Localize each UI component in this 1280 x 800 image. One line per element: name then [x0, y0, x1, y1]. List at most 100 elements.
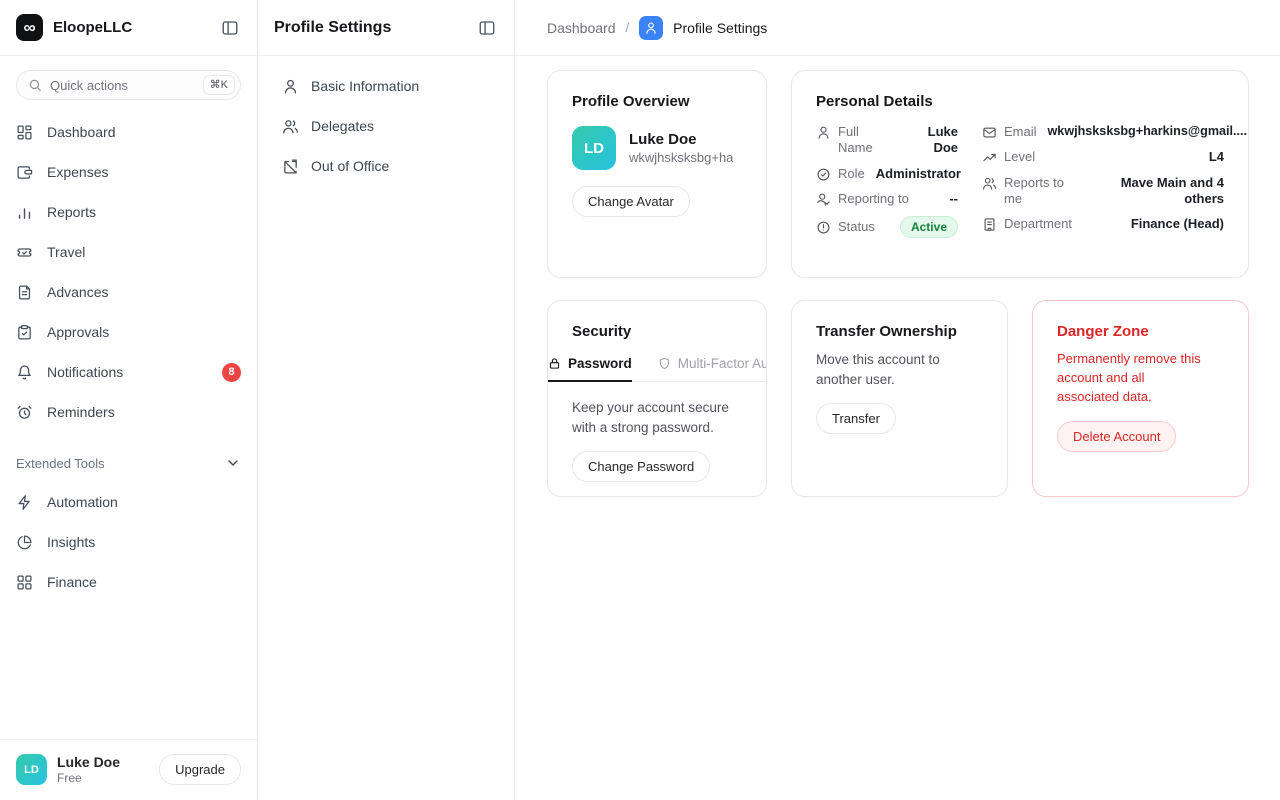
notifications-badge: 8	[222, 363, 241, 382]
change-password-button[interactable]: Change Password	[572, 451, 710, 482]
sidebar-item-label: Approvals	[47, 324, 109, 340]
detail-label: Role	[838, 166, 865, 182]
extended-tools-section-toggle[interactable]: Extended Tools	[16, 444, 241, 482]
users-icon	[982, 176, 997, 191]
settings-item-out-of-office[interactable]: Out of Office	[270, 146, 502, 186]
user-check-icon	[816, 192, 831, 207]
sidebar-item-dashboard[interactable]: Dashboard	[16, 112, 241, 152]
sidebar-item-notifications[interactable]: Notifications 8	[16, 352, 241, 392]
user-name: Luke Doe	[57, 754, 120, 772]
tab-multi-factor-auth[interactable]: Multi-Factor Auth	[658, 352, 767, 382]
dashboard-icon	[16, 124, 33, 141]
tab-label: Password	[568, 356, 632, 371]
transfer-button[interactable]: Transfer	[816, 403, 896, 434]
sidebar-item-reports[interactable]: Reports	[16, 192, 241, 232]
security-card: Security Password Multi-Factor Auth Keep…	[547, 300, 767, 497]
sidebar-toggle-button[interactable]	[219, 17, 241, 39]
sidebar-item-label: Reports	[47, 204, 96, 220]
security-tab-panel: Keep your account secure with a strong p…	[548, 382, 766, 482]
sidebar-user-footer: LD Luke Doe Free Upgrade	[0, 739, 257, 800]
sidebar-item-approvals[interactable]: Approvals	[16, 312, 241, 352]
search-icon	[28, 78, 42, 92]
security-tabs: Password Multi-Factor Auth	[548, 352, 766, 382]
panel-left-icon	[478, 19, 496, 37]
detail-label: Full Name	[838, 124, 893, 157]
settings-sidebar-toggle-button[interactable]	[476, 17, 498, 39]
keyboard-shortcut-badge: ⌘K	[203, 75, 235, 95]
danger-zone-card: Danger Zone Permanently remove this acco…	[1032, 300, 1249, 497]
detail-row-status: Status Active	[816, 216, 958, 238]
upgrade-button[interactable]: Upgrade	[159, 754, 241, 785]
section-label: Extended Tools	[16, 456, 105, 471]
detail-value: Luke Doe	[900, 124, 958, 157]
detail-value: --	[945, 191, 958, 207]
tab-password[interactable]: Password	[548, 352, 632, 382]
detail-value: L4	[1205, 149, 1224, 165]
detail-label: Level	[1004, 149, 1035, 165]
zap-icon	[16, 494, 33, 511]
user-icon	[644, 21, 658, 35]
transfer-ownership-card: Transfer Ownership Move this account to …	[791, 300, 1008, 497]
clipboard-check-icon	[16, 324, 33, 341]
danger-description: Permanently remove this account and all …	[1057, 350, 1207, 407]
sidebar-item-insights[interactable]: Insights	[16, 522, 241, 562]
search-placeholder: Quick actions	[50, 78, 195, 93]
sidebar-item-label: Finance	[47, 574, 97, 590]
detail-row-email: Email wkwjhsksksbg+harkins@gmail....	[982, 124, 1224, 140]
delete-account-button[interactable]: Delete Account	[1057, 421, 1176, 452]
settings-item-label: Delegates	[311, 118, 374, 134]
sidebar-item-label: Advances	[47, 284, 108, 300]
sidebar-item-label: Automation	[47, 494, 118, 510]
shield-icon	[658, 357, 671, 370]
sidebar-item-finance[interactable]: Finance	[16, 562, 241, 602]
calendar-off-icon	[282, 158, 299, 175]
settings-nav: Basic Information Delegates Out of Offic…	[258, 56, 514, 196]
sidebar-item-label: Travel	[47, 244, 85, 260]
settings-sidebar: Profile Settings Basic Information Deleg…	[258, 0, 515, 800]
detail-value: wkwjhsksksbg+harkins@gmail....	[1044, 124, 1248, 140]
alert-circle-icon	[816, 220, 831, 235]
settings-item-delegates[interactable]: Delegates	[270, 106, 502, 146]
user-icon	[816, 125, 831, 140]
settings-sidebar-header: Profile Settings	[258, 0, 514, 56]
user-avatar: LD	[16, 754, 47, 785]
sidebar-item-reminders[interactable]: Reminders	[16, 392, 241, 432]
user-plan: Free	[57, 771, 120, 786]
change-avatar-button[interactable]: Change Avatar	[572, 186, 690, 217]
sidebar-item-automation[interactable]: Automation	[16, 482, 241, 522]
sidebar-item-advances[interactable]: Advances	[16, 272, 241, 312]
settings-item-label: Basic Information	[311, 78, 419, 94]
detail-label: Reports to me	[1004, 175, 1079, 208]
sidebar-header: ∞ EloopeLLC	[0, 0, 257, 56]
quick-actions-search[interactable]: Quick actions ⌘K	[16, 70, 241, 100]
detail-label: Department	[1004, 216, 1072, 232]
badge-check-icon	[816, 167, 831, 182]
sidebar-item-expenses[interactable]: Expenses	[16, 152, 241, 192]
lock-icon	[548, 357, 561, 370]
breadcrumb-dashboard-link[interactable]: Dashboard	[547, 20, 616, 36]
settings-item-basic-information[interactable]: Basic Information	[270, 66, 502, 106]
pie-chart-icon	[16, 534, 33, 551]
app-logo-infinity-icon: ∞	[16, 14, 43, 41]
detail-row-reporting-to: Reporting to --	[816, 191, 958, 207]
detail-value: Mave Main and 4 others	[1086, 175, 1224, 208]
breadcrumb-separator: /	[626, 20, 630, 35]
settings-title: Profile Settings	[274, 19, 391, 37]
main-area: Dashboard / Profile Settings Profile Ove…	[515, 0, 1280, 800]
sidebar-item-label: Expenses	[47, 164, 108, 180]
detail-row-reports-to-me: Reports to me Mave Main and 4 others	[982, 175, 1224, 208]
profile-settings-content: Profile Overview LD Luke Doe wkwjhsksksb…	[515, 56, 1280, 511]
detail-value: Finance (Head)	[1127, 216, 1224, 232]
sidebar-item-travel[interactable]: Travel	[16, 232, 241, 272]
user-meta: Luke Doe Free	[57, 754, 120, 787]
grid-icon	[16, 574, 33, 591]
bar-chart-icon	[16, 204, 33, 221]
personal-details-right-column: Email wkwjhsksksbg+harkins@gmail.... Lev…	[982, 124, 1224, 238]
profile-identity: Luke Doe wkwjhsksksbg+ha	[629, 131, 733, 165]
card-title: Personal Details	[816, 93, 1224, 110]
detail-row-department: Department Finance (Head)	[982, 216, 1224, 232]
security-description: Keep your account secure with a strong p…	[572, 398, 742, 437]
profile-email: wkwjhsksksbg+ha	[629, 150, 733, 165]
status-badge: Active	[900, 216, 958, 238]
card-title: Security	[548, 323, 766, 340]
